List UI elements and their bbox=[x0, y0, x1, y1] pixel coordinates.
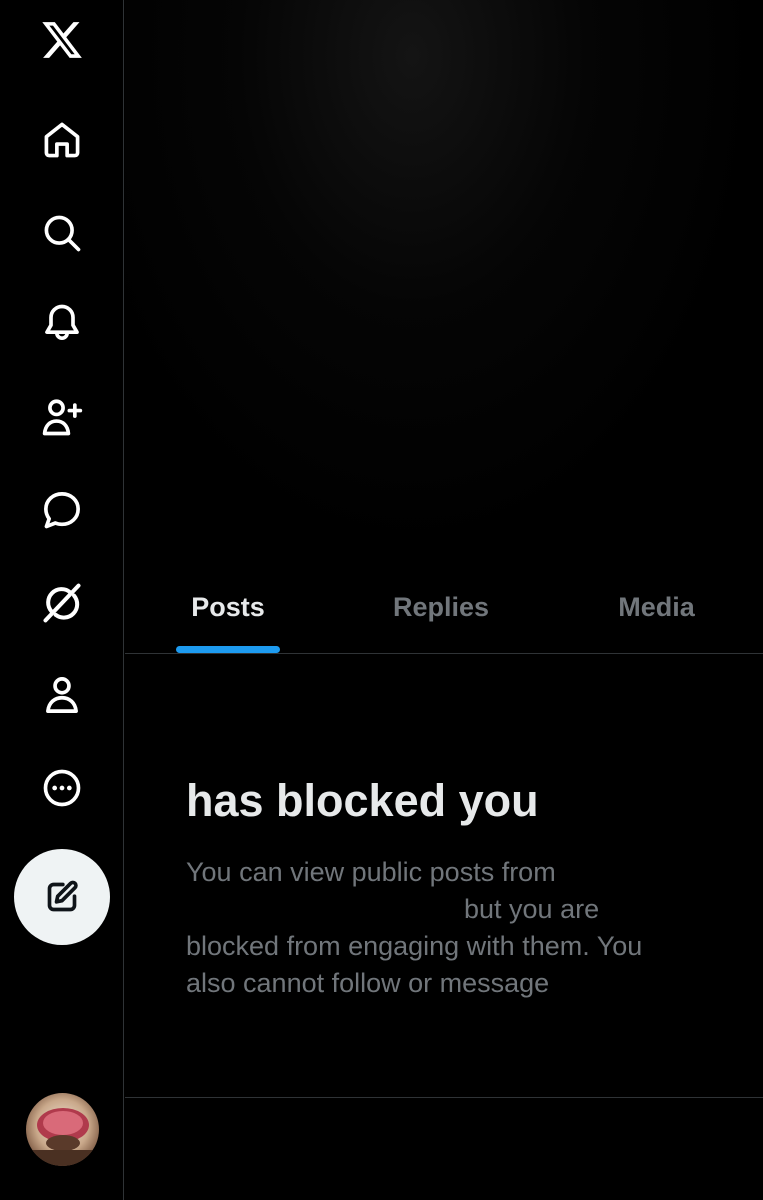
tab-posts-label: Posts bbox=[191, 591, 265, 622]
bell-icon bbox=[45, 304, 79, 340]
tab-posts[interactable]: Posts bbox=[125, 560, 331, 654]
blocked-title: has blocked you bbox=[186, 775, 539, 826]
search-button[interactable] bbox=[34, 205, 90, 261]
blocked-line-3: blocked from engaging with them. You bbox=[186, 931, 643, 961]
x-logo-button[interactable] bbox=[34, 12, 90, 68]
compose-icon bbox=[47, 880, 78, 912]
tab-media[interactable]: Media bbox=[550, 560, 763, 654]
blocked-description: You can view public posts from but you a… bbox=[186, 854, 706, 1002]
x-logo-icon bbox=[42, 22, 82, 58]
avatar-image bbox=[26, 1093, 99, 1166]
compose-button[interactable] bbox=[14, 849, 110, 945]
more-button[interactable] bbox=[34, 760, 90, 816]
blocked-line-1: You can view public posts from bbox=[186, 857, 556, 887]
tab-media-label: Media bbox=[618, 591, 695, 622]
tab-replies-label: Replies bbox=[392, 591, 490, 622]
profile-tabs: Posts Replies Media bbox=[125, 560, 763, 654]
search-icon bbox=[44, 215, 81, 252]
profile-button[interactable] bbox=[34, 667, 90, 723]
active-tab-indicator bbox=[176, 646, 280, 653]
tab-replies[interactable]: Replies bbox=[335, 560, 547, 654]
content-divider bbox=[125, 1097, 763, 1098]
message-icon bbox=[44, 492, 80, 529]
grok-icon bbox=[43, 583, 81, 623]
avatar[interactable] bbox=[26, 1093, 99, 1166]
more-icon bbox=[43, 769, 81, 807]
blocked-line-2: but you are bbox=[464, 894, 600, 924]
person-add-icon bbox=[42, 399, 83, 436]
follow-button[interactable] bbox=[34, 389, 90, 445]
notifications-button[interactable] bbox=[34, 295, 90, 351]
profile-banner bbox=[125, 0, 763, 560]
home-icon bbox=[44, 122, 80, 158]
home-button[interactable] bbox=[34, 112, 90, 168]
profile-icon bbox=[46, 677, 78, 713]
blocked-line-4: also cannot follow or message bbox=[186, 968, 550, 998]
grok-button[interactable] bbox=[34, 575, 90, 631]
sidebar-nav bbox=[0, 0, 124, 1200]
messages-button[interactable] bbox=[34, 482, 90, 538]
blocked-notice: has blocked you You can view public post… bbox=[186, 770, 706, 1002]
